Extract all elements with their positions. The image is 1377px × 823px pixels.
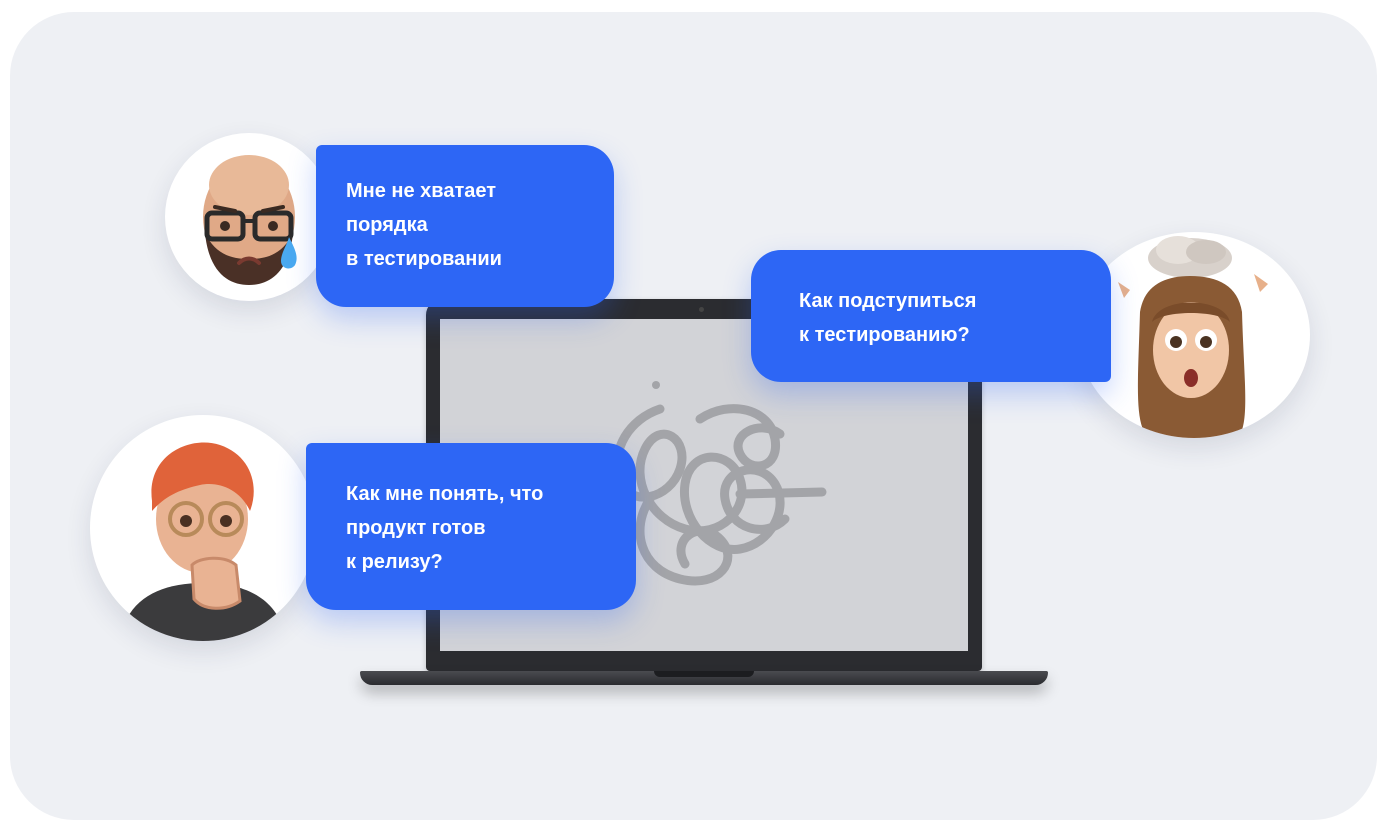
- mind-blown-woman-icon: [1118, 236, 1268, 438]
- bubble-text-line: Мне не хватает: [346, 180, 497, 202]
- laptop-notch: [654, 671, 754, 677]
- illustration-card: Мне не хватает порядка в тестировании Ка…: [10, 12, 1377, 820]
- laptop-camera: [699, 307, 704, 312]
- nervous-redhead-avatar: [90, 415, 316, 641]
- laptop-base: [360, 671, 1048, 685]
- bubble-text-line: порядка: [346, 214, 428, 236]
- bald-man-icon: [203, 155, 297, 285]
- speech-bubble-release: Как мне понять, что продукт готов к рели…: [306, 443, 636, 610]
- mind-blown-woman-avatar: [1078, 232, 1310, 438]
- speech-bubble-order: Мне не хватает порядка в тестировании: [316, 145, 614, 307]
- bubble-text-line: продукт готов: [346, 517, 486, 539]
- bubble-text-line: к тестированию?: [799, 324, 970, 346]
- bubble-text-line: к релизу?: [346, 551, 443, 573]
- speech-bubble-approach: Как подступиться к тестированию?: [751, 250, 1111, 382]
- bubble-text-line: Как подступиться: [799, 290, 977, 312]
- bubble-text-line: в тестировании: [346, 248, 502, 270]
- bald-man-crying-avatar: [165, 133, 333, 301]
- bubble-text-line: Как мне понять, что: [346, 483, 544, 505]
- nervous-redhead-icon: [120, 442, 286, 641]
